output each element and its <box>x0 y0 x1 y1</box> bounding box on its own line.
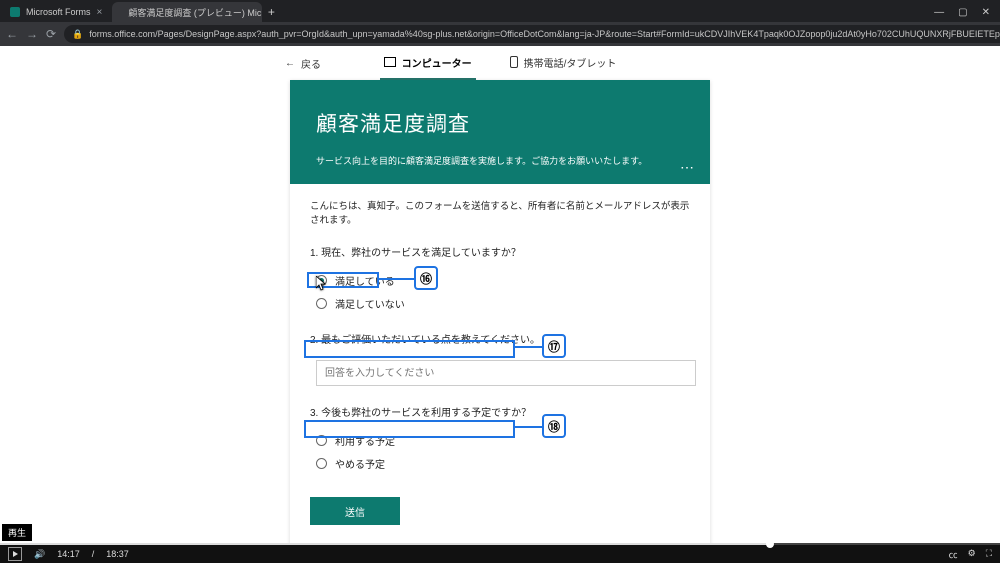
browser-address-bar: ← → ⟳ 🔒 forms.office.com/Pages/DesignPag… <box>0 22 1000 46</box>
fullscreen-icon[interactable]: ⛶ <box>986 548 992 561</box>
play-button[interactable] <box>8 547 22 561</box>
tab-title: Microsoft Forms <box>26 7 91 17</box>
option-label: 満足している <box>335 273 395 288</box>
q3-option-1[interactable]: 利用する予定 <box>316 429 690 452</box>
form-body: こんにちは、真知子。このフォームを送信すると、所有者に名前とメールアドレスが表示… <box>290 184 710 545</box>
back-link[interactable]: ← 戻る <box>285 56 321 71</box>
nav-reload-button[interactable]: ⟳ <box>46 27 56 41</box>
q3-option-2[interactable]: やめる予定 <box>316 452 690 475</box>
q1-option-2[interactable]: 満足していない <box>316 292 690 315</box>
more-options-button[interactable]: ⋯ <box>680 159 696 176</box>
close-icon[interactable]: × <box>97 7 103 18</box>
question-3-options: 利用する予定 やめる予定 <box>310 425 690 491</box>
window-minimize-button[interactable]: — <box>934 7 944 18</box>
omnibox[interactable]: 🔒 forms.office.com/Pages/DesignPage.aspx… <box>64 25 1000 43</box>
video-progress-bar[interactable] <box>0 543 1000 545</box>
video-player-bar: 🔊 14:17 / 18:37 ㏄ ⚙ ⛶ <box>0 545 1000 563</box>
device-tab-label: コンピューター <box>402 55 472 70</box>
time-total: 18:37 <box>106 549 129 559</box>
browser-tab-bar: Microsoft Forms × 顧客満足度調査 (プレビュー) Micro…… <box>0 0 1000 22</box>
phone-icon <box>510 56 518 68</box>
device-tab-label: 携帯電話/タブレット <box>524 55 617 70</box>
favicon-icon <box>10 7 20 17</box>
time-current: 14:17 <box>57 549 80 559</box>
form-greeting: こんにちは、真知子。このフォームを送信すると、所有者に名前とメールアドレスが表示… <box>310 198 690 226</box>
form-header: 顧客満足度調査 サービス向上を目的に顧客満足度調査を実施します。ご協力をお願いい… <box>290 80 710 184</box>
form-title: 顧客満足度調査 <box>316 108 684 138</box>
radio-icon <box>316 435 327 446</box>
volume-icon[interactable]: 🔊 <box>34 549 45 560</box>
captions-icon[interactable]: ㏄ <box>949 548 958 561</box>
browser-tab[interactable]: Microsoft Forms × <box>0 2 112 22</box>
url-text: forms.office.com/Pages/DesignPage.aspx?a… <box>89 29 1000 39</box>
page-viewport: ← 戻る コンピューター 携帯電話/タブレット 顧客満足度調査 サービス向上を目… <box>0 46 1000 545</box>
question-3-label: 3. 今後も弊社のサービスを利用する予定ですか？ <box>310 404 690 419</box>
lock-icon: 🔒 <box>72 29 83 40</box>
option-label: 満足していない <box>335 296 405 311</box>
tab-title: 顧客満足度調査 (プレビュー) Micro… <box>128 6 262 19</box>
radio-icon <box>316 298 327 309</box>
preview-toolbar: コンピューター 携帯電話/タブレット <box>0 46 1000 80</box>
question-1-label: 1. 現在、弊社のサービスを満足していますか？ <box>310 244 690 259</box>
window-close-button[interactable]: ✕ <box>982 7 990 18</box>
option-label: やめる予定 <box>335 456 385 471</box>
desktop-icon <box>384 57 396 67</box>
radio-icon <box>316 275 327 286</box>
form-preview: 顧客満足度調査 サービス向上を目的に顧客満足度調査を実施します。ご協力をお願いい… <box>290 80 710 545</box>
q1-option-1[interactable]: 満足している <box>316 269 690 292</box>
device-tab-mobile[interactable]: 携帯電話/タブレット <box>506 47 621 80</box>
question-1-options: 満足している 満足していない <box>310 265 690 331</box>
form-description: サービス向上を目的に顧客満足度調査を実施します。ご協力をお願いいたします。 <box>316 154 684 168</box>
settings-icon[interactable]: ⚙ <box>968 548 976 561</box>
browser-tab-active[interactable]: 顧客満足度調査 (プレビュー) Micro… × <box>112 2 262 22</box>
time-separator: / <box>92 549 95 559</box>
play-overlay-label: 再生 <box>2 524 32 541</box>
submit-button[interactable]: 送信 <box>310 497 400 525</box>
nav-back-button[interactable]: ← <box>6 27 18 41</box>
radio-icon <box>316 458 327 469</box>
new-tab-button[interactable]: + <box>262 5 280 19</box>
back-label: 戻る <box>301 56 321 71</box>
back-arrow-icon: ← <box>285 58 295 69</box>
option-label: 利用する予定 <box>335 433 395 448</box>
device-tab-computer[interactable]: コンピューター <box>380 47 476 80</box>
question-2-label: 2. 最もご評価いただいている点を教えてください。 <box>310 331 690 346</box>
question-2-input[interactable] <box>316 360 696 386</box>
window-maximize-button[interactable]: ▢ <box>958 7 967 18</box>
nav-forward-button[interactable]: → <box>26 27 38 41</box>
